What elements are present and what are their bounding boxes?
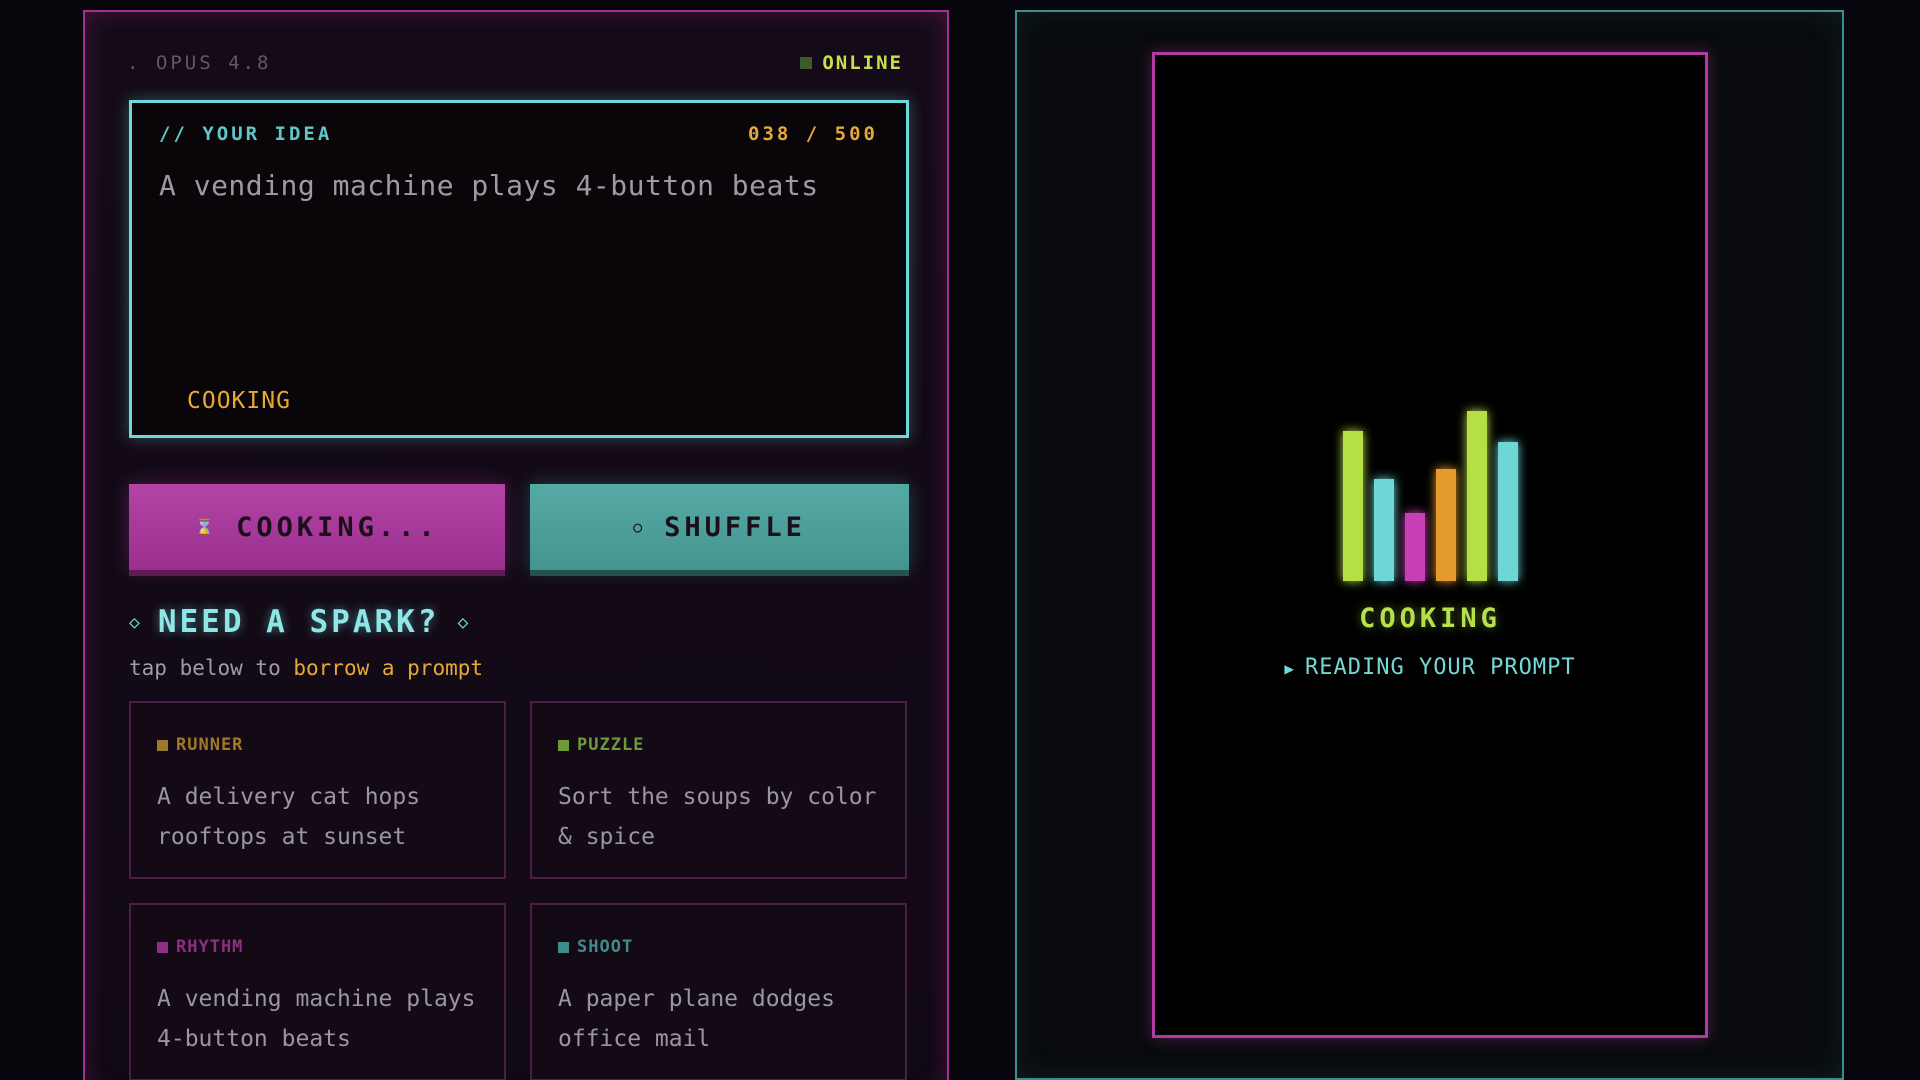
idea-box: // YOUR IDEA 038 / 500 COOKING [129,100,909,438]
card-tag-label: RUNNER [176,735,244,755]
tag-square-icon [558,941,569,953]
prompt-card-shoot[interactable]: SHOOT A paper plane dodges office mail [530,903,907,1080]
prompt-card-runner[interactable]: RUNNER A delivery cat hops rooftops at s… [129,701,506,879]
card-tag: SHOOT [558,937,633,957]
idea-input[interactable] [159,169,879,349]
card-tag-label: RHYTHM [176,937,244,957]
spark-subtitle-prefix: tap below to [129,656,294,680]
shuffle-button-label: SHUFFLE [664,511,806,543]
shuffle-button[interactable]: ○ SHUFFLE [530,484,909,570]
cooking-button[interactable]: ⌛ COOKING... [129,484,505,570]
model-label: . OPUS 4.8 [127,52,272,74]
idea-state-label: COOKING [187,388,291,414]
tag-square-icon [157,941,168,953]
game-preview-screen: COOKING ▶ READING YOUR PROMPT [1152,52,1708,1038]
editor-panel: . OPUS 4.8 ONLINE // YOUR IDEA 038 / 500… [83,10,949,1080]
prompt-card-puzzle[interactable]: PUZZLE Sort the soups by color & spice [530,701,907,879]
card-text: A paper plane dodges office mail [558,986,835,1052]
status-text: ONLINE [822,52,903,74]
prompt-card-rhythm[interactable]: RHYTHM A vending machine plays 4-button … [129,903,506,1080]
spark-heading: NEED A SPARK? [157,604,440,640]
status-indicator: ONLINE [800,52,903,74]
card-tag: PUZZLE [558,735,644,755]
diamond-icon: ◇ [457,611,469,633]
char-counter: 038 / 500 [748,123,878,145]
equalizer-bar [1343,431,1363,581]
tag-square-icon [157,739,168,751]
status-dot-icon [800,57,813,69]
equalizer-bar [1405,513,1425,581]
tag-square-icon [558,739,569,751]
spark-heading-row: ◇ NEED A SPARK? ◇ [129,604,468,640]
equalizer-bar [1436,469,1456,581]
card-text: A vending machine plays 4-button beats [157,986,476,1052]
play-icon: ▶ [1284,659,1295,678]
idea-label: // YOUR IDEA [159,123,333,145]
spark-subtitle-highlight: borrow a prompt [293,656,484,680]
card-tag-label: PUZZLE [577,735,645,755]
spark-subtitle: tap below to borrow a prompt [129,656,483,680]
card-tag: RUNNER [157,735,243,755]
card-tag: RHYTHM [157,937,243,957]
preview-panel: COOKING ▶ READING YOUR PROMPT [1015,10,1844,1080]
equalizer-bar [1374,479,1394,581]
preview-status: ▶ READING YOUR PROMPT [1155,655,1705,680]
preview-title: COOKING [1359,603,1501,634]
preview-status-text: READING YOUR PROMPT [1304,655,1576,680]
hourglass-icon: ⌛ [195,518,219,536]
cooking-button-label: COOKING... [236,511,439,543]
diamond-icon: ◇ [129,611,140,633]
equalizer-bar [1498,442,1518,581]
card-text: A delivery cat hops rooftops at sunset [157,784,421,850]
card-tag-label: SHOOT [577,937,634,957]
equalizer-icon [1343,411,1523,581]
shuffle-icon: ○ [633,518,647,536]
card-text: Sort the soups by color & spice [558,784,877,850]
equalizer-bar [1467,411,1487,581]
